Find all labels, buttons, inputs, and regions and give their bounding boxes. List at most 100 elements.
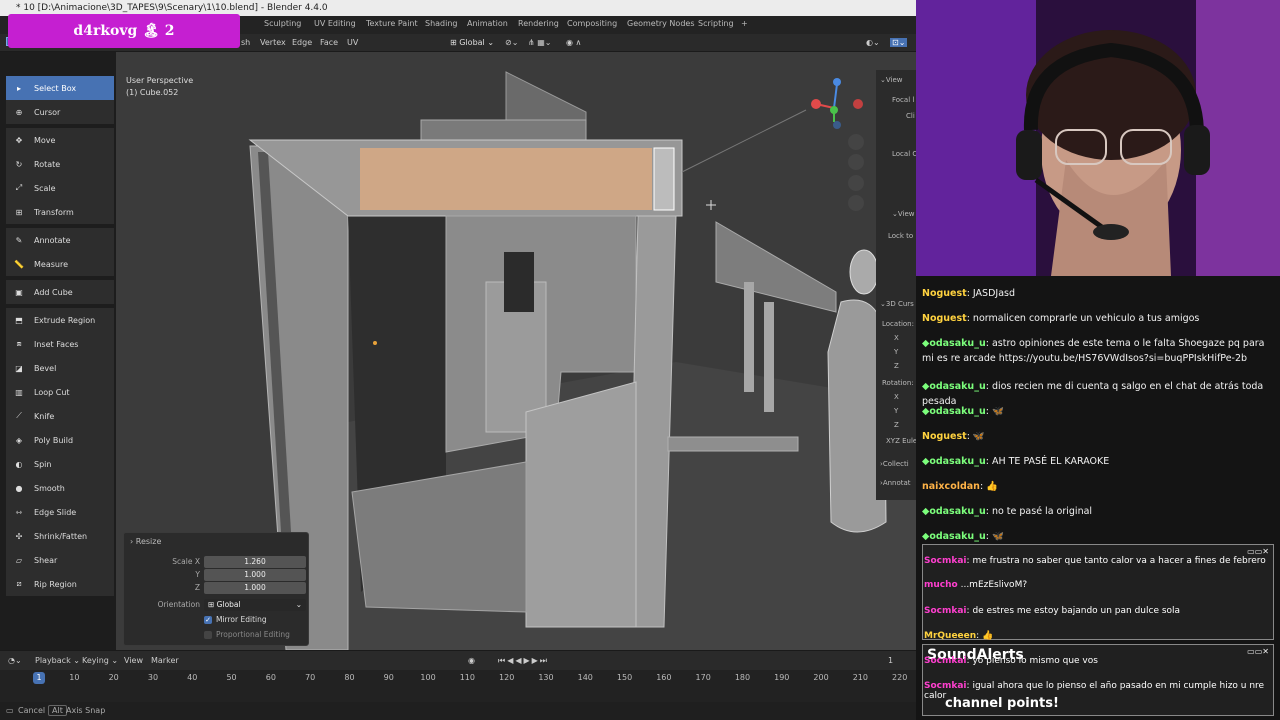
neg-z-axis-icon[interactable] (833, 121, 841, 129)
sidebar-properties[interactable]: ⌄ View Focal l Cli Local C ⌄ View Lock t… (876, 70, 916, 500)
overlay-chat-message: mucho ...mEzEslivoM? (924, 580, 1028, 590)
y-axis-icon[interactable] (830, 106, 838, 114)
rotate-icon: ↻ (15, 159, 23, 169)
tool-loop-cut[interactable]: ▥ Loop Cut (6, 380, 114, 404)
view-panel-header[interactable]: ⌄ View (880, 76, 903, 84)
current-frame-field[interactable]: 1 (888, 656, 893, 665)
camera-icon[interactable] (848, 175, 864, 191)
neg-x-axis-icon[interactable] (853, 99, 863, 109)
tool-move[interactable]: ✥ Move (6, 128, 114, 152)
tool-measure[interactable]: 📏 Measure (6, 252, 114, 276)
mirror-editing-checkbox[interactable]: ✓ Mirror Editing (204, 615, 267, 624)
tool-shear[interactable]: ▱ Shear (6, 548, 114, 572)
tool-scale[interactable]: ⤢ Scale (6, 176, 114, 200)
resize-operator-panel[interactable]: › Resize Scale X 1.260 Y 1.000 Z 1.000 O… (123, 532, 309, 646)
tab-texture-paint[interactable]: Texture Paint (366, 19, 418, 28)
visibility-icon[interactable]: ◐⌄ (866, 38, 880, 47)
scale-y-field[interactable]: 1.000 (204, 569, 306, 581)
collection-header[interactable]: › Collecti (880, 460, 909, 468)
mouse-icon: ▭ (6, 706, 14, 715)
menu-mesh[interactable]: sh (241, 38, 250, 47)
add-workspace-button[interactable]: + (741, 19, 748, 28)
orientation-select[interactable]: ⊞ Global ⌄ (204, 599, 306, 611)
menu-uv[interactable]: UV (347, 38, 358, 47)
rip-icon: ⧄ (16, 579, 22, 588)
proportional-icon[interactable]: ◉ ∧ (566, 38, 581, 47)
z-axis-icon[interactable] (833, 78, 841, 86)
menu-edge[interactable]: Edge (292, 38, 312, 47)
editor-type-icon[interactable]: ◔⌄ (8, 656, 22, 665)
streamer-name-banner: d4rkovg 🏝 2 (8, 14, 240, 48)
spin-icon: ◐ (15, 459, 23, 469)
tool-rotate[interactable]: ↻ Rotate (6, 152, 114, 176)
frame-tick: 170 (695, 673, 711, 682)
scale-z-field[interactable]: 1.000 (204, 582, 306, 594)
select-box-icon: ▸ (16, 83, 21, 93)
tool-add-cube[interactable]: ▣ Add Cube (6, 280, 114, 304)
tool-edge-slide[interactable]: ⇿ Edge Slide (6, 500, 114, 524)
menu-vertex[interactable]: Vertex (260, 38, 286, 47)
snap-icon[interactable]: ⋔ ▦⌄ (528, 38, 552, 47)
3d-cursor-header[interactable]: ⌄ 3D Curs (880, 300, 914, 308)
gizmo-toggle[interactable]: ⊡⌄ (890, 38, 908, 47)
frame-tick: 200 (813, 673, 829, 682)
tool-poly-build[interactable]: ◈ Poly Build (6, 428, 114, 452)
record-icon[interactable]: ◉ (468, 656, 475, 665)
tool-shelf: ▸ Select Box ⊕ Cursor ✥ Move ↻ Rotate ⤢ Scale… (6, 76, 114, 596)
tool-knife[interactable]: ⟋ Knife (6, 404, 114, 428)
chat-message: Noguest: 🦋 (922, 431, 985, 442)
scale-icon: ⤢ (15, 183, 23, 192)
menu-face[interactable]: Face (320, 38, 338, 47)
tool-transform[interactable]: ⊞ Transform (6, 200, 114, 224)
x-axis-icon[interactable] (811, 99, 821, 109)
tool-bevel[interactable]: ◪ Bevel (6, 356, 114, 380)
orientation-dropdown[interactable]: ⊞ Global ⌄ (450, 38, 494, 47)
tab-compositing[interactable]: Compositing (567, 19, 617, 28)
tab-sculpting[interactable]: Sculpting (264, 19, 301, 28)
menu-keying[interactable]: Keying ⌄ (82, 656, 118, 665)
frame-tick: 50 (226, 673, 237, 682)
zoom-icon[interactable] (848, 134, 864, 150)
timeline[interactable]: 1 10 20 30 40 50 60 70 80 90 100 110 120 130 140 150 160… (0, 670, 916, 702)
playback-controls[interactable]: ⏮◀◀▶▶⏭ (498, 656, 549, 666)
menu-marker[interactable]: Marker (151, 656, 179, 665)
menu-view[interactable]: View (124, 656, 143, 665)
annotations-header[interactable]: › Annotat (880, 479, 911, 487)
tab-scripting[interactable]: Scripting (698, 19, 734, 28)
tool-select-box[interactable]: ▸ Select Box (6, 76, 114, 100)
tab-animation[interactable]: Animation (467, 19, 508, 28)
sound-alerts-window: SoundAlerts ▭▭✕ channel points! (922, 644, 1274, 716)
navigation-gizmo[interactable] (798, 72, 868, 222)
pan-hand-icon[interactable] (848, 154, 864, 170)
chat-message: Noguest: JASDJasd (922, 288, 1016, 299)
frame-tick: 40 (187, 673, 198, 682)
overlay-chat-message: Socmkai: yo pienso lo mismo que vos (924, 656, 1098, 666)
ortho-grid-icon[interactable] (848, 195, 864, 211)
cancel-hint: Cancel (18, 706, 46, 715)
frame-tick: 70 (305, 673, 316, 682)
tab-uv-editing[interactable]: UV Editing (314, 19, 356, 28)
scale-z-row: Z 1.000 (124, 582, 310, 594)
window-controls-icon[interactable]: ▭▭✕ (1247, 547, 1269, 556)
window-controls-icon[interactable]: ▭▭✕ (1247, 647, 1269, 656)
tool-rip-region[interactable]: ⧄ Rip Region (6, 572, 114, 596)
pivot-icon[interactable]: ⊘⌄ (505, 38, 518, 47)
tool-inset-faces[interactable]: ⧈ Inset Faces (6, 332, 114, 356)
tab-shading[interactable]: Shading (425, 19, 458, 28)
menu-playback[interactable]: Playback ⌄ (35, 656, 80, 665)
frame-tick: 100 (420, 673, 436, 682)
tool-spin[interactable]: ◐ Spin (6, 452, 114, 476)
tool-shrink-fatten[interactable]: ✣ Shrink/Fatten (6, 524, 114, 548)
tool-smooth[interactable]: ● Smooth (6, 476, 114, 500)
tab-geometry-nodes[interactable]: Geometry Nodes (627, 19, 694, 28)
tab-rendering[interactable]: Rendering (518, 19, 559, 28)
scale-x-field[interactable]: 1.260 (204, 556, 306, 568)
shear-icon: ▱ (15, 555, 23, 565)
chat-message: ◆odasaku_u: no te pasé la original (922, 506, 1093, 517)
tool-cursor[interactable]: ⊕ Cursor (6, 100, 114, 124)
resize-panel-title[interactable]: › Resize (130, 537, 161, 546)
view-lock-header[interactable]: ⌄ View (892, 210, 915, 218)
tool-extrude-region[interactable]: ⬒ Extrude Region (6, 308, 114, 332)
tool-annotate[interactable]: ✎ Annotate (6, 228, 114, 252)
proportional-editing-checkbox[interactable]: Proportional Editing (204, 630, 290, 639)
